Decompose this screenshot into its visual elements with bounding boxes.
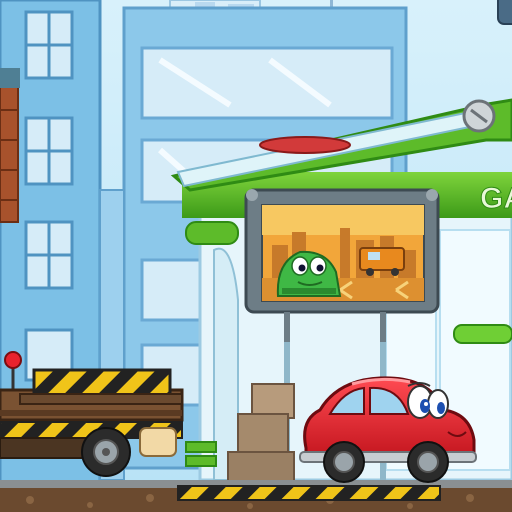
game-scene: GA [0, 0, 512, 512]
red-signal-light [4, 351, 22, 369]
menu-button[interactable] [497, 0, 512, 25]
bolt-icon [462, 99, 496, 133]
brick-chimney [0, 68, 20, 223]
striped-barrier [19, 368, 183, 405]
scene-canvas: GA [0, 0, 512, 512]
truck-wheel [81, 427, 131, 477]
hazard-road-strip [177, 485, 441, 501]
car-front-wheel [407, 441, 449, 483]
roof-red-light [259, 136, 351, 154]
car-rear-wheel [323, 441, 365, 483]
station-sign-text: GA [480, 182, 512, 215]
